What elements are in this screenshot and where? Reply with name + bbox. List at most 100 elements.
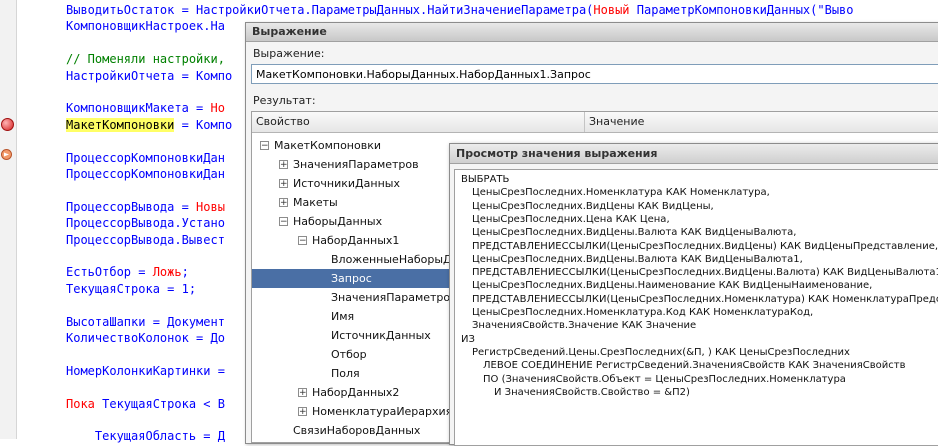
- tree-item-label: НаборыДанных: [293, 215, 383, 228]
- code-line[interactable]: ВыводитьОстаток = НастройкиОтчета.Параме…: [66, 2, 854, 18]
- code-line[interactable]: КоличествоКолонок = До: [66, 330, 225, 346]
- query-line: ПРЕДСТАВЛЕНИЕССЫЛКИ(ЦеныСрезПоследних.Ви…: [472, 240, 938, 252]
- tree-item[interactable]: Отбор: [252, 345, 450, 364]
- tree-item-label: ИсточникиДанных: [293, 177, 400, 190]
- tree-item-label: Отбор: [331, 348, 367, 361]
- query-line: ИЗ: [461, 333, 475, 345]
- code-line[interactable]: ПроцессорВывода = Новы: [66, 199, 225, 215]
- tree-item-label: Поля: [331, 367, 360, 380]
- code-line[interactable]: // Поменяли настройки,: [66, 51, 225, 67]
- tree-item[interactable]: − НаборыДанных: [252, 212, 450, 231]
- code-line[interactable]: ПроцессорКомпоновкиДан: [66, 166, 225, 182]
- code-line[interactable]: ЕстьОтбор = Ложь;: [66, 264, 189, 280]
- tree-item[interactable]: − НаборДанных1: [252, 231, 450, 250]
- code-line[interactable]: Пока ТекущаяСтрока < В: [66, 396, 225, 412]
- code-line[interactable]: НастройкиОтчета = Компо: [66, 68, 232, 84]
- tree-item-label: ЗначенияПараметров: [293, 158, 419, 171]
- code-line[interactable]: НомерКолонкиКартинки =: [66, 363, 225, 379]
- code-token: ;: [181, 265, 189, 280]
- query-line: ЦеныСрезПоследних.ВидЦены.Наименование К…: [472, 280, 873, 292]
- collapse-minus-icon[interactable]: −: [279, 217, 288, 227]
- expand-plus-icon[interactable]: +: [298, 388, 307, 398]
- expression-label: Выражение:: [253, 47, 325, 60]
- expand-plus-icon[interactable]: +: [298, 407, 307, 417]
- code-token: ТекущаяОбласть = Д: [66, 429, 225, 444]
- code-token: Новый: [593, 3, 637, 17]
- code-token: ПроцессорВывода.Вывест: [66, 232, 225, 247]
- tree-item[interactable]: + ИсточникиДанных: [252, 174, 450, 193]
- tree-item[interactable]: + ЗначенияПараметров: [252, 155, 450, 174]
- expression-input[interactable]: МакетКомпоновки.НаборыДанных.НаборДанных…: [251, 64, 938, 84]
- code-line[interactable]: ТекущаяОбласть = Д: [66, 428, 225, 444]
- column-header-value[interactable]: Значение: [585, 112, 644, 132]
- code-token: НастройкиОтчета = Компо: [66, 68, 233, 83]
- tree-item-label: ИсточникДанных: [331, 329, 431, 342]
- tree-item-label: Имя: [331, 310, 355, 323]
- tree-item[interactable]: ВложенныеНаборыДанных: [252, 250, 450, 269]
- code-token: КомпоновщикНастроек.На: [66, 19, 225, 34]
- query-line: И ЗначенияСвойств.Свойство = &П2): [494, 386, 690, 398]
- expression-dialog-title[interactable]: Выражение: [246, 23, 938, 42]
- query-line: ВЫБРАТЬ: [461, 174, 510, 185]
- tree-item-label: СвязиНаборовДанных: [293, 424, 421, 437]
- value-view-dialog-title[interactable]: Просмотр значения выражения: [450, 144, 938, 164]
- current-line-arrow-icon: [1, 149, 12, 160]
- code-token: НомерКолонкиКартинки =: [66, 363, 225, 378]
- tree-item[interactable]: + НаборДанных2: [252, 383, 450, 402]
- code-line[interactable]: ПроцессорКомпоновкиДан: [66, 150, 225, 166]
- code-token: Ложь: [152, 265, 182, 280]
- tree-item-label: Запрос: [331, 272, 372, 285]
- code-token: МакетКомпоновки: [66, 117, 175, 132]
- query-line: ЦеныСрезПоследних.ВидЦены КАК ВидЦены,: [472, 200, 714, 212]
- code-token: ПроцессорКомпоновкиДан: [66, 150, 225, 165]
- tree-item[interactable]: + Макеты: [252, 193, 450, 212]
- expand-plus-icon[interactable]: +: [279, 160, 288, 170]
- tree-item-label: НоменклатураИерархия: [312, 405, 450, 418]
- code-line[interactable]: ТекущаяСтрока = 1;: [66, 281, 196, 297]
- tree-item[interactable]: Поля: [252, 364, 450, 383]
- expand-plus-icon[interactable]: +: [279, 179, 288, 189]
- code-line[interactable]: КомпоновщикНастроек.На: [66, 18, 225, 34]
- code-line[interactable]: ПроцессорВывода.Вывест: [66, 232, 225, 248]
- tree-item[interactable]: Запрос: [252, 269, 450, 288]
- tree-item-label: МакетКомпоновки: [274, 139, 382, 152]
- tree-item-label: ВложенныеНаборыДанных: [331, 253, 450, 266]
- value-view-dialog: Просмотр значения выражения ВЫБРАТЬ ЦеныС…: [449, 143, 938, 446]
- query-text-area[interactable]: ВЫБРАТЬ ЦеныСрезПоследних.Номенклатура КА…: [454, 169, 938, 446]
- code-token: ПараметрКомпоновкиДанных("Выво: [636, 3, 854, 17]
- query-line: ЦеныСрезПоследних.ВидЦены.Валюта КАК Вид…: [472, 227, 797, 239]
- code-token: ПроцессорВывода =: [66, 199, 197, 214]
- tree-item-label: ЗначенияПараметров: [331, 291, 450, 304]
- query-line: ЦеныСрезПоследних.ВидЦены.Валюта КАК Вид…: [472, 253, 803, 265]
- code-token: КомпоновщикМакета =: [66, 101, 211, 116]
- tree-item-label: Макеты: [293, 196, 338, 209]
- tree-item[interactable]: + НоменклатураИерархия: [252, 402, 450, 421]
- result-label: Результат:: [253, 94, 316, 107]
- code-line[interactable]: КомпоновщикМакета = Но: [66, 100, 225, 116]
- code-token: ВысотаШапки = Документ: [66, 314, 225, 329]
- query-line: РегистрСведений.Цены.СрезПоследних(&П, )…: [472, 346, 850, 358]
- tree-item-label: НаборДанных2: [312, 386, 400, 399]
- query-line: ЦеныСрезПоследних.Номенклатура.Код КАК Н…: [472, 307, 814, 318]
- collapse-minus-icon[interactable]: −: [298, 236, 307, 246]
- breakpoint-icon[interactable]: [1, 118, 14, 131]
- tree-item[interactable]: СвязиНаборовДанных: [252, 421, 450, 440]
- code-token: = Компо: [174, 117, 233, 132]
- code-token: Новы: [196, 199, 225, 214]
- tree-item[interactable]: − МакетКомпоновки: [252, 136, 450, 155]
- code-token: ТекущаяСтрока < В: [102, 396, 225, 411]
- code-token: ВыводитьОстаток = НастройкиОтчета.Параме…: [66, 3, 594, 17]
- code-line[interactable]: МакетКомпоновки = Компо: [66, 117, 232, 133]
- code-token: ПроцессорВывода.Устано: [66, 216, 225, 231]
- collapse-minus-icon[interactable]: −: [260, 141, 269, 151]
- tree-item[interactable]: Имя: [252, 307, 450, 326]
- tree-item[interactable]: ЗначенияПараметров: [252, 288, 450, 307]
- code-line[interactable]: ПроцессорВывода.Устано: [66, 215, 225, 231]
- tree-item[interactable]: ИсточникДанных: [252, 326, 450, 345]
- code-line[interactable]: ВысотаШапки = Документ: [66, 314, 225, 330]
- code-token: ЕстьОтбор =: [66, 265, 153, 280]
- editor-gutter[interactable]: [0, 0, 17, 439]
- expand-plus-icon[interactable]: +: [279, 198, 288, 208]
- column-header-property[interactable]: Свойство: [252, 112, 585, 132]
- query-line: ЗначенияСвойств.Значение КАК Значение: [472, 320, 697, 332]
